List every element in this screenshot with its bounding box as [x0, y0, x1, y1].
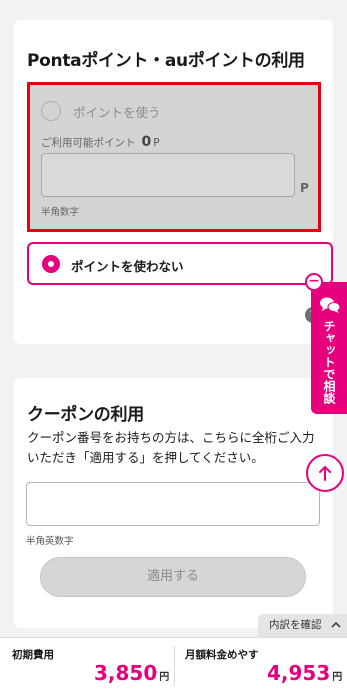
- monthly-fee-value: 4,953: [267, 661, 331, 685]
- use-points-label[interactable]: ポイントを使う: [73, 102, 161, 121]
- initial-fee-value: 3,850: [94, 661, 158, 685]
- no-use-points-option[interactable]: ポイントを使わない: [27, 242, 333, 285]
- use-points-radio[interactable]: [41, 101, 61, 121]
- initial-fee-label: 初期費用: [12, 649, 54, 661]
- monthly-fee: 4,953 円: [267, 661, 342, 685]
- no-use-points-radio-selected[interactable]: [42, 255, 60, 273]
- apply-coupon-button[interactable]: 適用する: [40, 557, 306, 597]
- chat-minimize-icon[interactable]: −: [305, 273, 323, 291]
- chat-bubbles-icon: [320, 297, 341, 313]
- use-points-panel: ポイントを使う ご利用可能ポイント 0 P P 半角数字: [27, 82, 321, 232]
- fee-divider: [174, 646, 175, 686]
- coupon-code-input[interactable]: [26, 482, 320, 526]
- initial-fee-unit: 円: [159, 672, 170, 683]
- no-use-points-label[interactable]: ポイントを使わない: [71, 256, 184, 275]
- monthly-fee-unit: 円: [332, 672, 343, 683]
- coupon-section-title: クーポンの利用: [27, 405, 144, 425]
- points-amount-input: [41, 153, 295, 197]
- available-points-value: 0: [141, 134, 152, 150]
- coupon-description: クーポン番号をお持ちの方は、こちらに全桁ご入力いただき「適用する」を押してくださ…: [27, 430, 315, 465]
- available-points-label: ご利用可能ポイント: [41, 137, 136, 149]
- breakdown-label[interactable]: 内訳を確認: [269, 619, 322, 631]
- available-points-unit: P: [153, 137, 160, 149]
- arrow-up-icon: [319, 466, 331, 481]
- breakdown-toggle-button[interactable]: 内訳を確認: [258, 614, 347, 637]
- points-input-hint: 半角数字: [41, 207, 80, 218]
- points-input-unit: P: [300, 181, 309, 195]
- chat-consult-tab[interactable]: チャットで相談: [311, 282, 347, 414]
- scroll-to-top-button[interactable]: [306, 454, 344, 492]
- coupon-card: クーポンの利用 クーポン番号をお持ちの方は、こちらに全桁ご入力いただき「適用する…: [14, 378, 333, 628]
- chevron-up-icon: [331, 621, 341, 628]
- chat-consult-label[interactable]: チャットで相談: [320, 320, 338, 404]
- points-section-title: Pontaポイント・auポイントの利用: [27, 51, 305, 71]
- available-points: ご利用可能ポイント 0 P: [41, 134, 160, 150]
- monthly-fee-label: 月額料金めやす: [185, 649, 259, 661]
- points-card: Pontaポイント・auポイントの利用 ポイントを使う ご利用可能ポイント 0 P …: [14, 20, 333, 344]
- initial-fee: 3,850 円: [94, 661, 169, 685]
- fee-summary-bar: 初期費用 3,850 円 月額料金めやす 4,953 円: [0, 637, 347, 690]
- coupon-input-hint: 半角英数字: [26, 536, 74, 547]
